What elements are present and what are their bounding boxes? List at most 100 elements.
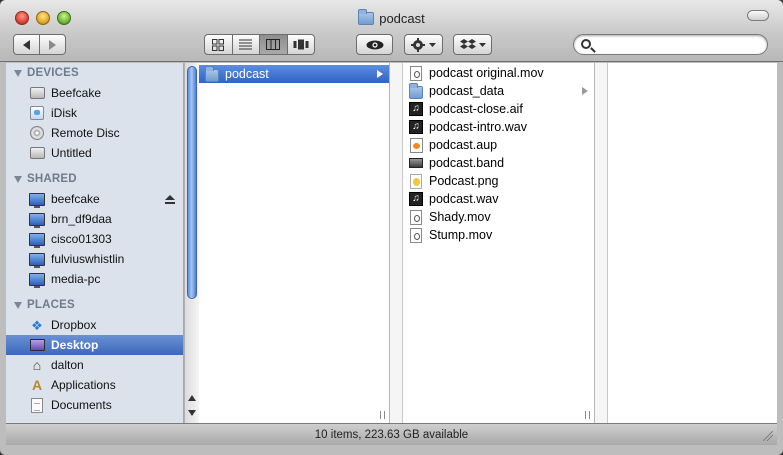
sidebar-item-label: Beefcake	[51, 86, 102, 100]
icon-view-icon	[212, 38, 225, 51]
sidebar-item-applications[interactable]: A Applications	[6, 375, 183, 395]
audio-file-icon: ♫	[409, 192, 423, 206]
dropbox-menu-button[interactable]	[453, 34, 492, 55]
sidebar-section-shared[interactable]: SHARED	[6, 169, 183, 189]
movie-file-icon	[410, 227, 422, 243]
status-text: 10 items, 223.63 GB available	[314, 428, 469, 441]
sidebar-item-media-pc[interactable]: media-pc	[6, 269, 183, 289]
search-input[interactable]	[596, 37, 761, 52]
sidebar-scrollbar[interactable]	[184, 63, 199, 423]
folder-icon	[409, 83, 423, 99]
column-view-icon	[266, 39, 281, 50]
finder-window: podcast DEVICES Beefcake iDisk Remote Di…	[0, 0, 783, 455]
view-mode-buttons	[204, 34, 315, 55]
sidebar-item-cisco01303[interactable]: cisco01303	[6, 229, 183, 249]
sidebar-item-untitled[interactable]: Untitled	[6, 143, 183, 163]
back-button[interactable]	[13, 34, 40, 55]
disclosure-triangle-icon	[14, 69, 22, 77]
search-icon	[581, 39, 591, 49]
column-resize-handle[interactable]	[585, 411, 590, 419]
column-gap	[595, 63, 608, 423]
network-computer-icon	[29, 212, 45, 228]
hard-drive-icon	[29, 87, 45, 99]
column-item-podcast-band[interactable]: podcast.band	[403, 154, 594, 172]
column-view-button[interactable]	[260, 34, 288, 55]
column-item-podcast-data[interactable]: podcast_data	[403, 82, 594, 100]
sidebar-item-idisk[interactable]: iDisk	[6, 103, 183, 123]
sidebar-item-dalton[interactable]: ⌂ dalton	[6, 355, 183, 375]
sidebar-item-fulviuswhistlin[interactable]: fulviuswhistlin	[6, 249, 183, 269]
forward-button[interactable]	[40, 34, 66, 55]
idisk-icon	[30, 106, 44, 120]
sidebar-item-label: Dropbox	[51, 318, 97, 332]
column-item-stump-mov[interactable]: Stump.mov	[403, 226, 594, 244]
column-item-podcast[interactable]: podcast	[199, 65, 389, 83]
forward-arrow-icon	[49, 39, 56, 50]
list-view-icon	[239, 39, 253, 50]
sidebar-item-label: iDisk	[51, 106, 77, 120]
action-menu-button[interactable]	[404, 34, 443, 55]
expand-arrow-icon	[377, 70, 383, 78]
column-item-podcast-wav[interactable]: ♫ podcast.wav	[403, 190, 594, 208]
resize-grip-icon[interactable]	[763, 431, 773, 441]
eject-icon[interactable]	[165, 195, 175, 204]
coverflow-view-button[interactable]	[287, 34, 315, 55]
sidebar-item-desktop[interactable]: Desktop	[6, 335, 183, 355]
home-icon: ⌂	[32, 357, 42, 373]
scrollbar-thumb[interactable]	[187, 66, 197, 299]
sidebar-item-beefcake[interactable]: Beefcake	[6, 83, 183, 103]
column-resize-handle[interactable]	[380, 411, 385, 419]
item-label: podcast_data	[429, 84, 505, 98]
column-item-podcast-original-mov[interactable]: podcast original.mov	[403, 64, 594, 82]
sidebar-section-places[interactable]: PLACES	[6, 295, 183, 315]
sidebar-item-label: media-pc	[51, 272, 101, 286]
quick-look-button[interactable]	[356, 34, 393, 55]
sidebar-item-label: Untitled	[51, 146, 92, 160]
sidebar-section-devices[interactable]: DEVICES	[6, 63, 183, 83]
network-computer-icon	[29, 192, 45, 208]
item-label: podcast-intro.wav	[429, 120, 527, 134]
search-field[interactable]	[573, 34, 768, 55]
sidebar-item-brn-df9daa[interactable]: brn_df9daa	[6, 209, 183, 229]
sidebar-item-remote-disc[interactable]: Remote Disc	[6, 123, 183, 143]
dropbox-icon	[459, 38, 486, 49]
folder-icon	[205, 66, 219, 82]
scroll-down-arrow-icon[interactable]	[188, 410, 196, 416]
sidebar-item-label: brn_df9daa	[51, 212, 112, 226]
image-file-icon	[410, 173, 422, 189]
section-header: PLACES	[27, 299, 75, 311]
item-label: podcast.wav	[429, 192, 499, 206]
gear-icon	[410, 37, 436, 52]
column-1: podcast	[199, 63, 390, 423]
toolbar-toggle-button[interactable]	[747, 10, 769, 21]
disc-icon	[30, 126, 44, 140]
item-label: podcast.aup	[429, 138, 498, 152]
column-item-podcast-intro-wav[interactable]: ♫ podcast-intro.wav	[403, 118, 594, 136]
list-view-button[interactable]	[232, 34, 260, 55]
sidebar-item-beefcake-shared[interactable]: beefcake	[6, 189, 183, 209]
item-label: podcast original.mov	[429, 66, 544, 80]
scroll-up-arrow-icon[interactable]	[188, 395, 196, 401]
folder-icon	[358, 9, 375, 25]
toolbar: podcast	[0, 0, 783, 62]
dropbox-icon: ❖	[31, 317, 43, 333]
audacity-project-icon	[409, 137, 423, 153]
audio-file-icon: ♫	[409, 120, 423, 134]
window-frame-bottom	[0, 445, 783, 455]
column-item-shady-mov[interactable]: Shady.mov	[403, 208, 594, 226]
item-label: podcast-close.aif	[429, 102, 523, 116]
item-label: Shady.mov	[429, 210, 491, 224]
documents-icon	[31, 397, 43, 413]
status-bar: 10 items, 223.63 GB available	[6, 423, 777, 445]
column-item-podcast-close-aif[interactable]: ♫ podcast-close.aif	[403, 100, 594, 118]
column-item-podcast-png[interactable]: Podcast.png	[403, 172, 594, 190]
back-arrow-icon	[23, 39, 30, 50]
sidebar-item-label: cisco01303	[51, 232, 112, 246]
column-2: podcast original.mov podcast_data ♫ podc…	[403, 63, 595, 423]
sidebar-item-documents[interactable]: Documents	[6, 395, 183, 415]
icon-view-button[interactable]	[204, 34, 233, 55]
sidebar-item-label: Remote Disc	[51, 126, 120, 140]
column-item-podcast-aup[interactable]: podcast.aup	[403, 136, 594, 154]
sidebar-item-dropbox[interactable]: ❖ Dropbox	[6, 315, 183, 335]
back-forward-buttons	[13, 34, 66, 55]
